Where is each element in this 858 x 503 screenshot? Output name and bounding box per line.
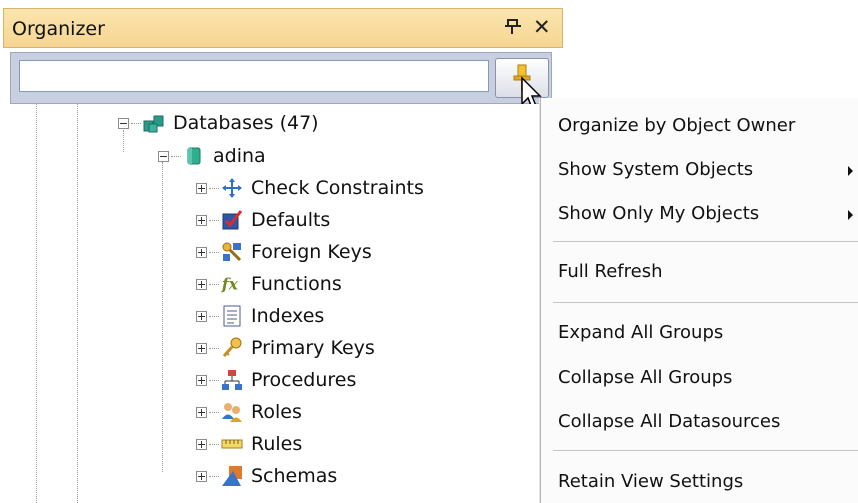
menu-item-collapse-all-groups[interactable]: Collapse All Groups bbox=[558, 367, 732, 388]
expand-toggle[interactable] bbox=[196, 246, 207, 258]
search-input[interactable] bbox=[19, 60, 489, 92]
expand-toggle[interactable] bbox=[196, 470, 207, 482]
organizer-panel: Organizer ✕ Databases (47) adina Check C… bbox=[0, 0, 578, 503]
tree-node-label: adina bbox=[213, 145, 266, 167]
tree-node-schemas[interactable]: Schemas bbox=[196, 462, 337, 490]
tree-node-roles[interactable]: Roles bbox=[196, 398, 302, 426]
panel-title: Organizer bbox=[12, 18, 105, 40]
tree-node-functions[interactable]: fx Functions bbox=[196, 270, 342, 298]
functions-icon: fx bbox=[221, 273, 243, 295]
menu-item-collapse-all-datasources[interactable]: Collapse All Datasources bbox=[558, 411, 780, 432]
primary-keys-icon bbox=[221, 337, 243, 359]
rules-icon bbox=[221, 433, 243, 455]
menu-separator bbox=[553, 241, 858, 242]
menu-item-organize-by-owner[interactable]: Organize by Object Owner bbox=[558, 115, 795, 136]
tree-node-label: Check Constraints bbox=[251, 177, 424, 199]
expand-toggle[interactable] bbox=[196, 310, 207, 322]
menu-item-show-only-my-objects[interactable]: Show Only My Objects bbox=[558, 203, 759, 224]
collapse-toggle[interactable] bbox=[158, 150, 169, 162]
tree-node-indexes[interactable]: Indexes bbox=[196, 302, 324, 330]
defaults-icon bbox=[221, 209, 243, 231]
expand-toggle[interactable] bbox=[196, 342, 207, 354]
tree-node-procedures[interactable]: Procedures bbox=[196, 366, 356, 394]
svg-text:fx: fx bbox=[221, 275, 239, 294]
tree-node-label: Rules bbox=[251, 433, 303, 455]
close-icon[interactable]: ✕ bbox=[533, 15, 551, 39]
database-icon bbox=[183, 145, 205, 167]
indexes-icon bbox=[221, 305, 243, 327]
tree-node-databases[interactable]: Databases (47) bbox=[118, 109, 319, 137]
menu-item-full-refresh[interactable]: Full Refresh bbox=[558, 261, 662, 282]
expand-toggle[interactable] bbox=[196, 182, 207, 194]
foreign-keys-icon bbox=[221, 241, 243, 263]
roles-icon bbox=[221, 401, 243, 423]
databases-icon bbox=[143, 112, 165, 134]
menu-item-expand-all-groups[interactable]: Expand All Groups bbox=[558, 322, 723, 343]
tree-node-label: Schemas bbox=[251, 465, 338, 487]
procedures-icon bbox=[221, 369, 243, 391]
tree-node-label: Primary Keys bbox=[251, 337, 375, 359]
organize-context-menu: Organize by Object Owner Show System Obj… bbox=[540, 98, 858, 503]
tree-node-label: Databases (47) bbox=[173, 112, 319, 134]
menu-separator bbox=[553, 302, 858, 303]
tree-node-rules[interactable]: Rules bbox=[196, 430, 302, 458]
tree-node-foreign-keys[interactable]: Foreign Keys bbox=[196, 238, 372, 266]
pin-icon[interactable] bbox=[504, 16, 524, 38]
expand-toggle[interactable] bbox=[196, 278, 207, 290]
tree-node-defaults[interactable]: Defaults bbox=[196, 206, 330, 234]
check-constraints-icon bbox=[221, 177, 243, 199]
schemas-icon bbox=[221, 465, 243, 487]
tree-node-label: Functions bbox=[251, 273, 342, 295]
tree-node-label: Defaults bbox=[251, 209, 331, 231]
expand-toggle[interactable] bbox=[196, 374, 207, 386]
tree-node-database[interactable]: adina bbox=[158, 142, 266, 170]
menu-item-show-system-objects[interactable]: Show System Objects bbox=[558, 159, 753, 180]
tree-node-label: Indexes bbox=[251, 305, 325, 327]
submenu-arrow-icon bbox=[848, 210, 853, 220]
tree-node-label: Roles bbox=[251, 401, 302, 423]
expand-toggle[interactable] bbox=[196, 406, 207, 418]
tree-node-primary-keys[interactable]: Primary Keys bbox=[196, 334, 375, 362]
tree-node-label: Foreign Keys bbox=[251, 241, 372, 263]
object-tree: Databases (47) adina Check Constraints D… bbox=[10, 104, 552, 503]
panel-titlebar: Organizer ✕ bbox=[3, 8, 563, 48]
tree-node-label: Procedures bbox=[251, 369, 357, 391]
collapse-toggle[interactable] bbox=[118, 117, 129, 129]
expand-toggle[interactable] bbox=[196, 438, 207, 450]
expand-toggle[interactable] bbox=[196, 214, 207, 226]
tree-node-check-constraints[interactable]: Check Constraints bbox=[196, 174, 424, 202]
menu-separator bbox=[553, 450, 858, 451]
menu-item-retain-view-settings[interactable]: Retain View Settings bbox=[558, 471, 743, 492]
submenu-arrow-icon bbox=[848, 166, 853, 176]
